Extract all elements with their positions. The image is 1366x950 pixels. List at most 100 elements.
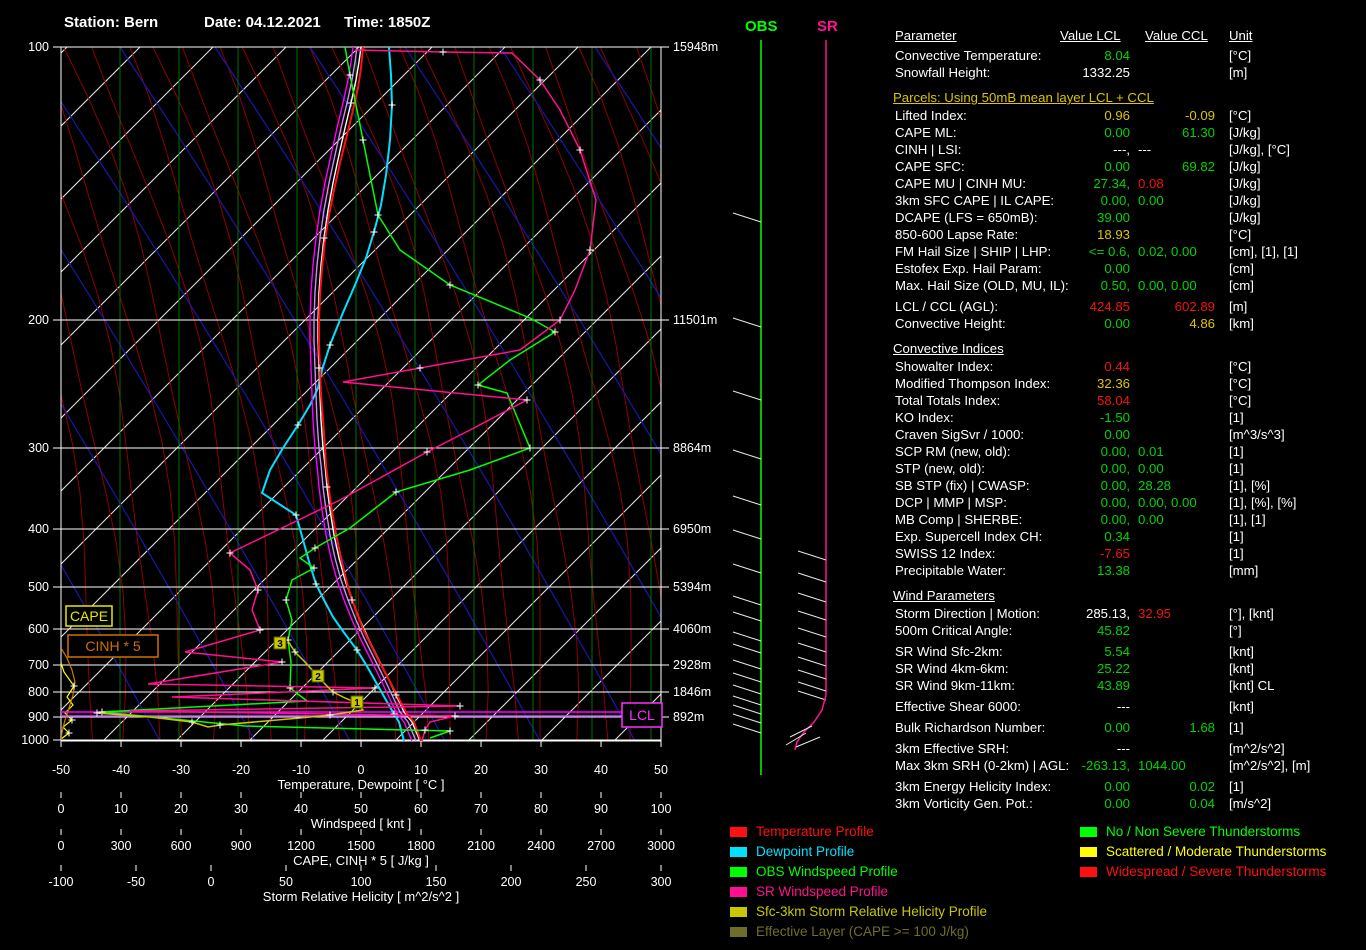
table-row: Total Totals Index: 58.04 [°C] [893,392,1365,409]
axis-tick-label: -50 [127,875,145,889]
param-value: -7.65 [1099,546,1130,561]
wind-barb [797,642,827,653]
param-value: 27.34, [1093,176,1130,191]
axis-tick-label: 10 [414,763,428,777]
table-row: SR Wind 4km-6km: 25.22 [knt] [893,660,1365,677]
param-unit: [°C] [1229,48,1252,63]
sounding-app-window: { "header": { "station_label": "Station:… [0,0,1366,950]
wind-barb [797,656,827,667]
axis-tick-label: 200 [501,875,522,889]
axis-tick-label: 2400 [527,839,555,853]
sr-wind-column [785,40,827,751]
param-value: 69.82 [1181,159,1215,174]
param-unit: [J/kg] [1229,125,1261,140]
table-row: 850-600 Lapse Rate: 18.93 [°C] [893,226,1365,243]
obs-wind-column [732,40,762,775]
param-value: 5.54 [1104,644,1130,659]
param-unit: [1] [1229,461,1244,476]
axis-tick-label: 0 [58,839,65,853]
table-header: Unit [1229,28,1253,43]
param-unit: [knt] [1229,699,1254,714]
table-row: DCP | MMP | MSP: 0.00, 0.00, 0.00 [1], [%],… [893,494,1365,511]
svg-text:1: 1 [354,698,360,709]
cinh-profile [61,647,76,741]
legend-swatch [1080,867,1097,877]
param-unit: [knt] CL [1229,678,1275,693]
cape-axis: 0 300 600 900 1200 1500 1800 2100 2400 2700 3000CA… [58,829,675,868]
axis-tick-label: 0 [358,763,365,777]
parcel-profile [317,47,421,741]
table-row: Showalter Index: 0.44 [°C] [893,358,1365,375]
wind-barb [732,212,762,223]
axis-tick-label: 150 [426,875,447,889]
legend-item: Sfc-3km Storm Relative Helicity Profile [730,902,987,922]
table-row: SR Wind 9km-11km: 43.89 [knt] CL [893,677,1365,694]
profile-legend: Temperature Profile Dewpoint Profile OBS W… [730,822,987,942]
altitude-label: 11501m [673,313,717,327]
wind-barb [797,669,827,680]
param-unit: [1], [%] [1229,478,1271,493]
param-value: 0.00 [1138,193,1164,208]
table-row: 3km Energy Helicity Index: 0.00 0.02 [1] [893,778,1365,795]
thunderstorm-legend: No / Non Severe Thunderstorms Scattered /… [1080,822,1326,882]
param-unit: [knt] [1229,644,1254,659]
axis-tick-label: 30 [534,763,548,777]
table-row: Convective Height: 0.00 4.86 [km] [893,315,1365,332]
table-row: Max. Hail Size (OLD, MU, IL): 0.50, 0.00, … [893,277,1365,294]
param-unit: [cm], [1], [1] [1229,244,1298,259]
table-row: SWISS 12 Index: -7.65 [1] [893,545,1365,562]
pressure-label: 800 [28,685,49,699]
table-row: 3km Vorticity Gen. Pot.: 0.00 0.04 [m/s^2] [893,795,1365,812]
param-unit: [°C] [1229,376,1252,391]
param-value: 0.00 [1104,261,1130,276]
wind-barb [732,317,762,328]
param-unit: [m] [1229,299,1248,314]
param-value: 0.00 [1104,427,1130,442]
legend-item: Widespread / Severe Thunderstorms [1080,862,1326,882]
axis-tick-label: -10 [292,763,310,777]
param-value: 0.00, [1138,495,1168,510]
axis-tick-label: 30 [234,802,248,816]
sr-hook [794,694,827,751]
param-unit: [cm] [1229,261,1254,276]
param-value: 0.00 [1167,495,1197,510]
svg-text:2: 2 [315,672,321,683]
axis-tick-label: 20 [474,763,488,777]
param-unit: [m^2/s^2], [m] [1229,758,1311,773]
legend-label: OBS Windspeed Profile [756,864,898,879]
windspeed-axis: 0 10 20 30 40 50 60 70 80 90 100 Windspeed [ knt ] [58,792,671,831]
legend-swatch [730,827,747,837]
legend-swatch [730,847,747,857]
param-value: 8.04 [1104,48,1130,63]
table-header: Value CCL [1145,28,1208,43]
wind-barb [732,563,762,574]
pressure-label: 500 [28,580,49,594]
param-value: 32.36 [1096,376,1130,391]
table-row: Snowfall Height: 1332.25 [m] [893,64,1365,81]
param-value: --- [1116,699,1130,714]
svg-text:LCL: LCL [629,707,655,723]
param-value: 39.00 [1096,210,1130,225]
wind-barb [797,690,827,701]
altitude-label: 1846m [673,685,711,699]
wind-barb [732,723,762,734]
param-unit: [J/kg] [1229,159,1261,174]
legend-swatch [730,867,747,877]
table-row: CAPE SFC: 0.00 69.82 [J/kg] [893,158,1365,175]
legend-item: OBS Windspeed Profile [730,862,987,882]
table-section-title: Convective Indices [893,341,1004,356]
param-unit: [J/kg], [°C] [1229,142,1290,157]
param-unit: [m/s^2] [1229,796,1272,811]
srh-axis: -100 -50 0 50 100 150 200 250 300 Storm Relative … [48,865,671,904]
axis-tick-label: -100 [48,875,73,889]
legend-label: Sfc-3km Storm Relative Helicity Profile [756,904,988,919]
axis-tick-label: 300 [111,839,132,853]
axis-tick-label: -40 [112,763,130,777]
param-value: ---, [1113,142,1130,157]
axis-tick-label: -30 [172,763,190,777]
axis-tick-label: 10 [114,802,128,816]
axis-tick-label: 50 [654,763,668,777]
param-unit: [1] [1229,779,1244,794]
axis-tick-label: 2700 [587,839,615,853]
param-value: 58.04 [1096,393,1130,408]
